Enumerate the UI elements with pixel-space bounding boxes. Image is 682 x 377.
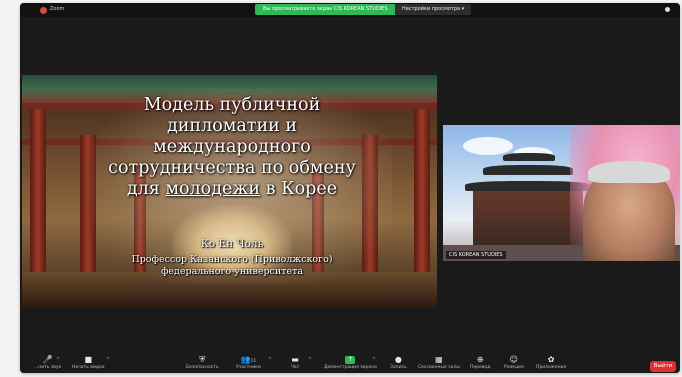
microphone-icon: 🎤 <box>42 355 53 364</box>
breakout-rooms-button[interactable]: ▦ Сессионные залы <box>418 355 460 371</box>
reactions-icon: ☺ <box>509 355 518 364</box>
slide-title-fragment: молодежи <box>165 179 261 199</box>
slide-background-pillar <box>30 109 46 279</box>
record-icon: ● <box>394 355 402 364</box>
share-screen-icon: ↑ <box>345 356 356 364</box>
participants-button[interactable]: 👥11 Участники <box>236 355 261 371</box>
security-button[interactable]: ⛨ Безопасность <box>186 355 219 371</box>
slide-title-line: дипломатии и <box>166 116 298 136</box>
participant-hair <box>588 161 670 183</box>
slide-title: Модель публичной дипломатии и международ… <box>62 95 402 200</box>
chat-icon: ▬ <box>291 355 299 364</box>
window-title: Zoom <box>50 6 65 12</box>
participant-name-label: CIS KOREAN STUDIES <box>446 251 506 259</box>
chevron-up-icon[interactable]: ^ <box>268 357 272 363</box>
interpretation-icon: ⊕ <box>476 355 484 364</box>
video-cloud <box>463 137 513 155</box>
slide-title-line: для молодежи в Корее <box>62 179 402 200</box>
interpretation-button[interactable]: ⊕ Перевод <box>470 355 491 371</box>
chat-label: Чат <box>290 365 300 370</box>
slide-title-fragment: в Корее <box>260 179 338 199</box>
start-video-label: Начать видео <box>72 365 105 370</box>
participants-count: 11 <box>250 359 257 364</box>
leave-meeting-button[interactable]: Выйти <box>650 361 676 372</box>
reactions-label: Реакция <box>504 365 524 370</box>
participant-video-tile[interactable]: CIS KOREAN STUDIES <box>443 125 680 261</box>
chat-button[interactable]: ▬ Чат <box>290 355 300 371</box>
slide-title-fragment: для <box>126 179 166 199</box>
participants-icon: 👥11 <box>239 355 257 365</box>
participants-label: Участники <box>236 365 261 370</box>
slide-author: Ко Ен Чоль <box>200 238 264 250</box>
slide-affiliation-line: Профессор Казанского (Приволжского) <box>131 254 333 265</box>
slide-title-line: Модель публичной <box>143 95 321 115</box>
mute-label: ...нить звук <box>34 365 62 370</box>
interpretation-label: Перевод <box>470 365 491 370</box>
video-palace-building <box>473 187 583 247</box>
breakout-rooms-label: Сессионные залы <box>418 365 460 370</box>
meeting-toolbar: 🎤 ...нить звук ^ ■ Начать видео ^ ⛨ Безо… <box>20 355 680 373</box>
shield-icon: ⛨ <box>199 355 206 364</box>
chevron-up-icon[interactable]: ^ <box>106 357 110 363</box>
chevron-up-icon[interactable]: ^ <box>56 357 60 363</box>
participants-glyph: 👥 <box>240 355 251 364</box>
record-button[interactable]: ● Запись <box>390 355 407 371</box>
breakout-rooms-icon: ▦ <box>435 355 443 364</box>
zoom-window: Zoom Вы просматриваете экран CIS KOREAN … <box>20 3 680 373</box>
chevron-up-icon[interactable]: ^ <box>372 357 376 363</box>
shared-screen-slide: Модель публичной дипломатии и международ… <box>22 75 437 308</box>
zoom-logo-icon <box>40 7 47 14</box>
video-camera-icon: ■ <box>84 355 93 364</box>
video-palace-roof <box>483 165 573 175</box>
slide-affiliation-line: федерального университета <box>160 266 303 277</box>
slide-title-line: сотрудничества по обмену <box>108 158 356 178</box>
view-options-button[interactable]: Настройки просмотра ▾ <box>395 4 472 15</box>
start-video-button[interactable]: ■ Начать видео <box>72 355 105 371</box>
slide-affiliation: Профессор Казанского (Приволжского) феде… <box>62 254 402 278</box>
chevron-up-icon[interactable]: ^ <box>308 357 312 363</box>
apps-label: Приложения <box>536 365 567 370</box>
share-screen-label: Демонстрация экрана <box>324 365 377 370</box>
share-screen-button[interactable]: ↑ Демонстрация экрана <box>324 356 377 370</box>
security-label: Безопасность <box>186 365 219 370</box>
reactions-button[interactable]: ☺ Реакция <box>504 355 524 371</box>
slide-title-line: международного <box>153 137 311 157</box>
apps-icon: ✿ <box>547 355 555 364</box>
slide-background-pillar <box>414 109 430 279</box>
screen-share-banner: Вы просматриваете экран CIS KOREAN STUDI… <box>255 4 396 15</box>
apps-button[interactable]: ✿ Приложения <box>536 355 567 371</box>
top-bar: Zoom Вы просматриваете экран CIS KOREAN … <box>20 3 680 17</box>
record-label: Запись <box>390 365 407 370</box>
more-options-icon[interactable] <box>665 7 670 12</box>
video-palace-roof <box>503 153 555 161</box>
